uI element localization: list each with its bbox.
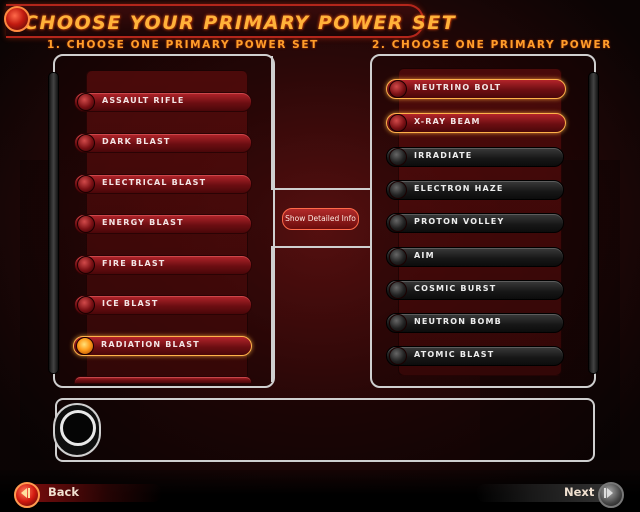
- back-button[interactable]: Back: [14, 482, 164, 508]
- power-label: ATOMIC BLAST: [414, 350, 495, 359]
- power-item-locked[interactable]: ATOMIC BLAST: [386, 346, 564, 366]
- power-orb-icon: [389, 181, 407, 199]
- power-orb-icon: [389, 281, 407, 299]
- connector-line: [271, 188, 371, 190]
- connector-line: [271, 246, 371, 248]
- power-label: IRRADIATE: [414, 151, 473, 160]
- power-orb-icon: [389, 248, 407, 266]
- next-arrow-icon: [598, 482, 624, 508]
- back-arrow-icon: [14, 482, 40, 508]
- power-set-label: ELECTRICAL BLAST: [102, 178, 207, 187]
- back-label: Back: [48, 485, 79, 499]
- connector-line: [271, 56, 273, 190]
- power-set-orb-icon: [77, 296, 95, 314]
- power-set-item[interactable]: FIRE BLAST: [74, 255, 252, 275]
- power-orb-icon: [389, 114, 407, 132]
- power-item-locked[interactable]: NEUTRON BOMB: [386, 313, 564, 333]
- show-detailed-info-button[interactable]: Show Detailed Info: [282, 208, 359, 230]
- power-set-orb-icon: [77, 175, 95, 193]
- power-set-scrollbar[interactable]: [48, 72, 59, 374]
- power-item-locked[interactable]: IRRADIATE: [386, 147, 564, 167]
- power-label: AIM: [414, 251, 435, 260]
- power-orb-icon: [389, 80, 407, 98]
- power-item-locked[interactable]: PROTON VOLLEY: [386, 213, 564, 233]
- power-item-locked[interactable]: AIM: [386, 247, 564, 267]
- right-column-header: 2. CHOOSE ONE PRIMARY POWER: [372, 39, 612, 51]
- power-set-item-partial[interactable]: [74, 376, 252, 384]
- power-label: COSMIC BURST: [414, 284, 497, 293]
- power-orb-icon: [389, 347, 407, 365]
- power-set-label: ASSAULT RIFLE: [102, 96, 185, 105]
- power-item[interactable]: X-RAY BEAM: [386, 113, 566, 133]
- power-label: NEUTRINO BOLT: [414, 83, 502, 92]
- power-set-label: FIRE BLAST: [102, 259, 166, 268]
- next-label: Next: [564, 485, 595, 499]
- power-set-label: ENERGY BLAST: [102, 218, 184, 227]
- power-item-locked[interactable]: ELECTRON HAZE: [386, 180, 564, 200]
- power-set-orb-icon: [77, 215, 95, 233]
- power-label: ELECTRON HAZE: [414, 184, 504, 193]
- power-orb-icon: [389, 214, 407, 232]
- power-description-box: [55, 398, 595, 462]
- power-label: PROTON VOLLEY: [414, 217, 505, 226]
- power-set-item-selected[interactable]: RADIATION BLAST: [73, 336, 252, 356]
- power-set-orb-icon: [77, 256, 95, 274]
- selected-orb-icon: [76, 337, 94, 355]
- title-banner: CHOOSE YOUR PRIMARY POWER SET: [6, 4, 455, 38]
- power-set-item[interactable]: DARK BLAST: [74, 133, 252, 153]
- power-set-orb-icon: [77, 93, 95, 111]
- power-set-item[interactable]: ICE BLAST: [74, 295, 252, 315]
- power-orb-icon: [389, 314, 407, 332]
- power-orb-icon: [389, 148, 407, 166]
- power-set-label: RADIATION BLAST: [101, 340, 200, 349]
- power-set-orb-icon: [77, 134, 95, 152]
- power-label: NEUTRON BOMB: [414, 317, 502, 326]
- power-set-item[interactable]: ENERGY BLAST: [74, 214, 252, 234]
- power-ring-icon: [60, 410, 96, 446]
- power-set-label: ICE BLAST: [102, 299, 159, 308]
- connector-line: [271, 246, 273, 382]
- power-label: X-RAY BEAM: [414, 117, 481, 126]
- power-set-item[interactable]: ASSAULT RIFLE: [74, 92, 252, 112]
- page-title: CHOOSE YOUR PRIMARY POWER SET: [24, 12, 457, 34]
- power-set-label: DARK BLAST: [102, 137, 171, 146]
- title-orb-icon: [4, 6, 30, 32]
- power-set-item[interactable]: ELECTRICAL BLAST: [74, 174, 252, 194]
- left-column-header: 1. CHOOSE ONE PRIMARY POWER SET: [47, 39, 319, 51]
- power-item-selected[interactable]: NEUTRINO BOLT: [386, 79, 566, 99]
- back-bar: [26, 484, 162, 502]
- power-item-locked[interactable]: COSMIC BURST: [386, 280, 564, 300]
- power-scrollbar[interactable]: [588, 72, 599, 374]
- next-button[interactable]: Next: [476, 482, 624, 508]
